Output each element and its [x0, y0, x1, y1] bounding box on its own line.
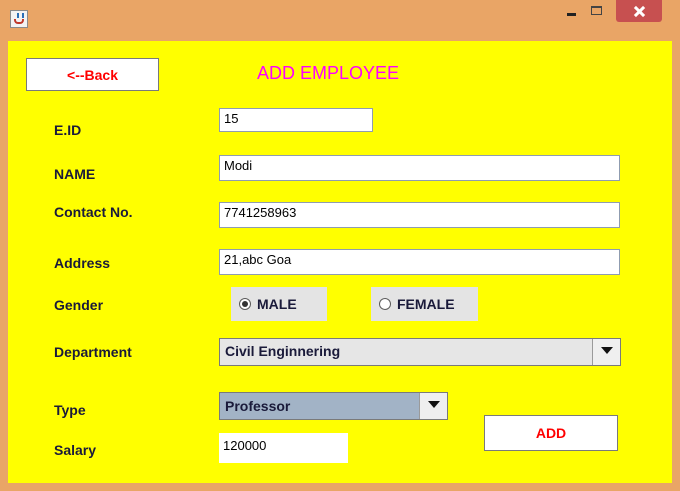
gender-label: Gender: [54, 297, 104, 313]
add-button[interactable]: ADD: [484, 415, 618, 451]
department-selected-value: Civil Enginnering: [225, 343, 341, 359]
contact-label: Contact No.: [54, 204, 133, 220]
chevron-down-icon[interactable]: [419, 393, 447, 419]
type-selected-value: Professor: [225, 398, 291, 414]
department-dropdown[interactable]: Civil Enginnering: [219, 338, 621, 366]
type-label: Type: [54, 402, 86, 418]
chevron-down-icon[interactable]: [592, 339, 620, 365]
address-field[interactable]: 21,abc Goa: [219, 249, 620, 275]
radio-selected-icon: [239, 298, 251, 310]
java-coffee-icon: [10, 10, 28, 28]
name-field[interactable]: Modi: [219, 155, 620, 181]
eid-label: E.ID: [54, 122, 82, 138]
title-bar[interactable]: [0, 0, 680, 40]
department-label: Department: [54, 344, 132, 360]
address-label: Address: [54, 255, 111, 271]
gender-male-label: MALE: [257, 296, 297, 312]
minimize-icon[interactable]: [558, 0, 584, 22]
maximize-icon[interactable]: [584, 0, 610, 22]
name-label: NAME: [54, 166, 96, 182]
eid-field[interactable]: 15: [219, 108, 373, 132]
salary-label: Salary: [54, 442, 97, 458]
radio-unselected-icon: [379, 298, 391, 310]
type-dropdown[interactable]: Professor: [219, 392, 448, 420]
application-window: <--Back ADD EMPLOYEE E.ID 15 NAME Modi C…: [0, 0, 680, 491]
close-icon[interactable]: [616, 0, 662, 22]
gender-female-radio[interactable]: FEMALE: [371, 287, 478, 321]
page-title: ADD EMPLOYEE: [257, 63, 400, 83]
contact-field[interactable]: 7741258963: [219, 202, 620, 228]
form-panel: <--Back ADD EMPLOYEE E.ID 15 NAME Modi C…: [8, 41, 672, 483]
salary-field[interactable]: 120000: [219, 433, 348, 463]
back-button[interactable]: <--Back: [26, 58, 159, 91]
gender-male-radio[interactable]: MALE: [231, 287, 327, 321]
gender-female-label: FEMALE: [397, 296, 455, 312]
